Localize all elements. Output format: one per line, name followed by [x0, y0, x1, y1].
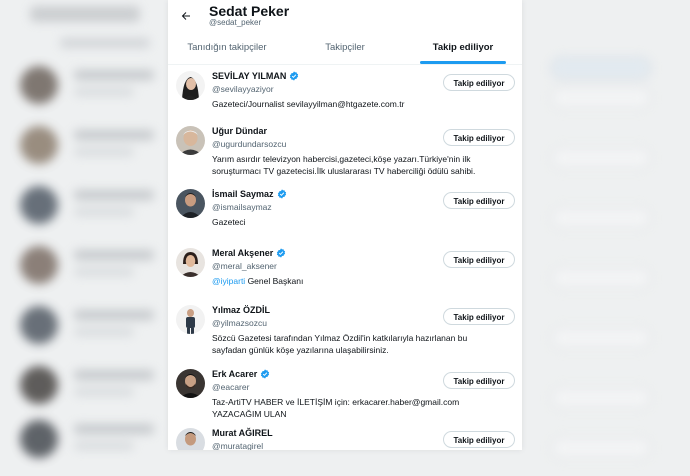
following-button[interactable]: Takip ediliyor	[443, 74, 515, 91]
user-name-row: Murat AĞIREL	[212, 428, 273, 438]
bg-right	[528, 130, 678, 186]
bg-row	[14, 410, 164, 466]
tab-followers-you-know[interactable]: Tanıdığın takipçiler	[168, 33, 286, 64]
tab-bar: Tanıdığın takipçiler Takipçiler Takip ed…	[168, 33, 522, 65]
profile-header: Sedat Peker @sedat_peker	[168, 0, 522, 33]
user-name[interactable]: Uğur Dündar	[212, 126, 267, 136]
user-handle: @sevilayyaziyor	[212, 84, 274, 94]
avatar[interactable]	[176, 126, 205, 155]
avatar[interactable]	[176, 248, 205, 277]
following-button[interactable]: Takip ediliyor	[443, 192, 515, 209]
user-handle: @meral_aksener	[212, 261, 277, 271]
following-button[interactable]: Takip ediliyor	[443, 251, 515, 268]
bg-row	[14, 176, 164, 232]
avatar[interactable]	[176, 369, 205, 398]
bg-row	[14, 116, 164, 172]
following-panel: Sedat Peker @sedat_peker Tanıdığın takip…	[168, 0, 522, 450]
list-item[interactable]: İsmail Saymaz @ismailsaymaz Gazeteci Tak…	[168, 185, 522, 241]
list-item[interactable]: Erk Acarer @eacarer Taz-ArtiTV HABER ve …	[168, 365, 522, 429]
bg-row	[14, 56, 164, 112]
profile-name: Sedat Peker	[209, 3, 290, 19]
bg-title-blur	[30, 6, 140, 22]
user-handle: @yilmazsozcu	[212, 318, 267, 328]
list-item[interactable]: Uğur Dündar @ugurdundarsozcu Yarım asırd…	[168, 122, 522, 186]
following-button[interactable]: Takip ediliyor	[443, 308, 515, 325]
bg-right	[528, 420, 678, 476]
user-bio: Gazeteci/Journalist sevilayyilman@htgaze…	[212, 99, 405, 109]
user-name-row: Meral Akşener	[212, 248, 286, 258]
bg-tab-blur	[60, 38, 150, 48]
tab-following[interactable]: Takip ediliyor	[404, 33, 522, 64]
avatar[interactable]	[176, 428, 205, 450]
bg-right	[528, 190, 678, 246]
bg-right	[528, 70, 678, 126]
tab-label: Takip ediliyor	[432, 42, 494, 53]
user-bio: Sözcü Gazetesi tarafından Yılmaz Özdil'i…	[212, 333, 468, 355]
verified-badge-icon	[277, 248, 286, 258]
user-name[interactable]: Yılmaz ÖZDİL	[212, 305, 270, 315]
bg-row	[14, 236, 164, 292]
user-name[interactable]: SEVİLAY YILMAN	[212, 71, 286, 81]
list-item[interactable]: Yılmaz ÖZDİL @yilmazsozcu Sözcü Gazetesi…	[168, 301, 522, 365]
user-handle: @eacarer	[212, 382, 250, 392]
user-name-row: SEVİLAY YILMAN	[212, 71, 299, 81]
tab-label: Tanıdığın takipçiler	[187, 42, 267, 53]
user-name-row: Erk Acarer	[212, 369, 270, 379]
profile-handle: @sedat_peker	[209, 18, 262, 27]
tab-followers[interactable]: Takipçiler	[286, 33, 404, 64]
user-name[interactable]: Murat AĞIREL	[212, 428, 273, 438]
avatar[interactable]	[176, 189, 205, 218]
bio-text: Genel Başkanı	[245, 276, 304, 286]
active-tab-indicator	[420, 61, 506, 64]
user-bio: Yarım asırdır televizyon habercisi,gazet…	[212, 154, 476, 176]
list-item[interactable]: Murat AĞIREL @muratagirel Takip ediliyor	[168, 424, 522, 450]
user-bio: Taz-ArtiTV HABER ve İLETİŞİM için: erkac…	[212, 397, 460, 419]
verified-badge-icon	[277, 189, 286, 199]
user-handle: @ismailsaymaz	[212, 202, 272, 212]
list-item[interactable]: Meral Akşener @meral_aksener @iyiparti G…	[168, 244, 522, 300]
avatar[interactable]	[176, 305, 205, 334]
user-handle: @muratagirel	[212, 441, 264, 450]
back-arrow-icon[interactable]	[176, 6, 196, 26]
tab-label: Takipçiler	[325, 42, 365, 53]
list-item[interactable]: SEVİLAY YILMAN @sevilayyaziyor Gazeteci/…	[168, 67, 522, 123]
verified-badge-icon	[290, 71, 299, 81]
verified-badge-icon	[261, 369, 270, 379]
bio-mention-link[interactable]: @iyiparti	[212, 276, 245, 286]
bg-row	[14, 356, 164, 412]
user-name-row: İsmail Saymaz	[212, 189, 287, 199]
avatar[interactable]	[176, 71, 205, 100]
bg-right	[528, 310, 678, 366]
following-button[interactable]: Takip ediliyor	[443, 431, 515, 448]
user-bio: Gazeteci	[212, 217, 246, 227]
user-name[interactable]: Erk Acarer	[212, 369, 257, 379]
user-name[interactable]: İsmail Saymaz	[212, 189, 274, 199]
following-button[interactable]: Takip ediliyor	[443, 129, 515, 146]
following-button[interactable]: Takip ediliyor	[443, 372, 515, 389]
user-bio: @iyiparti Genel Başkanı	[212, 275, 497, 287]
user-name-row: Uğur Dündar	[212, 126, 267, 136]
user-handle: @ugurdundarsozcu	[212, 139, 287, 149]
user-name-row: Yılmaz ÖZDİL	[212, 305, 270, 315]
bg-row	[14, 296, 164, 352]
bg-right	[528, 370, 678, 426]
bg-right	[528, 250, 678, 306]
user-name[interactable]: Meral Akşener	[212, 248, 273, 258]
